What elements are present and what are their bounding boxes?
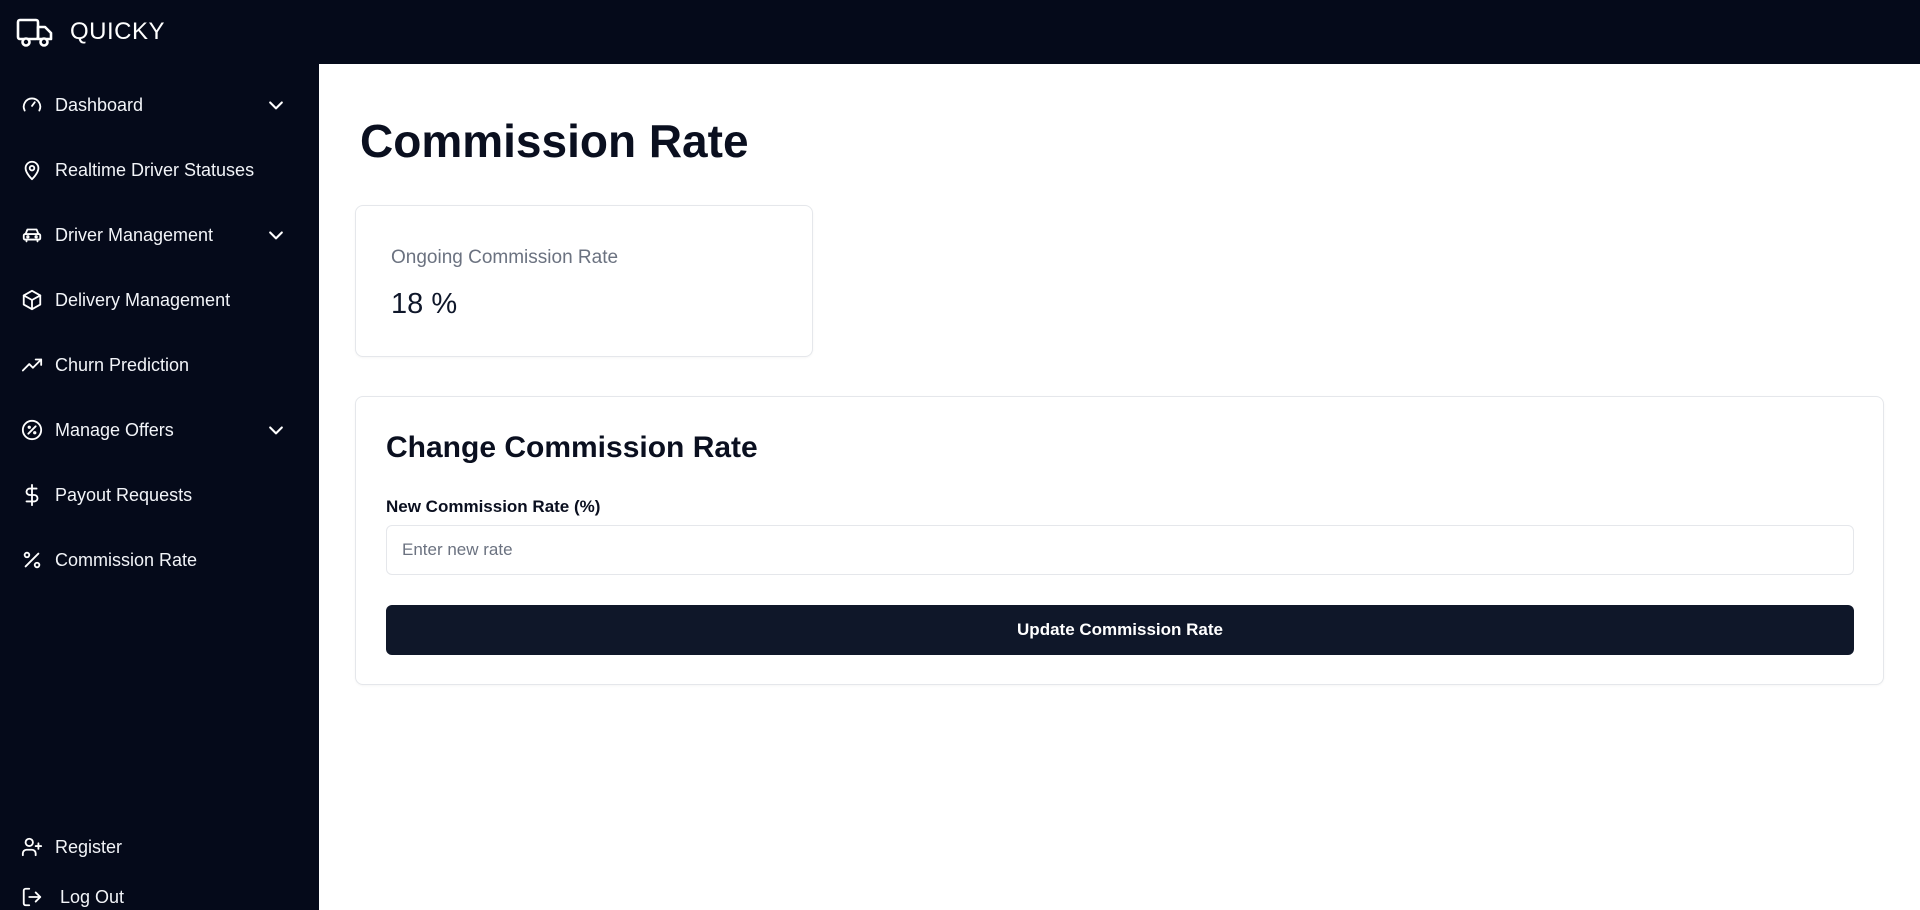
percent-icon xyxy=(20,548,44,572)
sidebar-item-realtime-driver-statuses[interactable]: Realtime Driver Statuses xyxy=(0,145,319,195)
sidebar-item-dashboard[interactable]: Dashboard xyxy=(0,80,319,130)
sidebar-item-manage-offers[interactable]: Manage Offers xyxy=(0,405,319,455)
sidebar-item-driver-management[interactable]: Driver Management xyxy=(0,210,319,260)
chevron-down-icon[interactable] xyxy=(264,93,288,117)
sidebar-item-log-out[interactable]: Log Out xyxy=(0,872,319,910)
stat-value: 18 % xyxy=(391,288,458,320)
stat-label: Ongoing Commission Rate xyxy=(391,247,619,268)
change-commission-form: Change Commission Rate New Commission Ra… xyxy=(355,396,1884,685)
truck-icon xyxy=(16,16,54,48)
sidebar-item-label: Payout Requests xyxy=(55,484,193,505)
package-icon xyxy=(20,288,44,312)
trend-icon xyxy=(20,353,44,377)
sidebar-item-label: Driver Management xyxy=(55,224,214,245)
commission-rate-input[interactable] xyxy=(386,525,1854,575)
field-label: New Commission Rate (%) xyxy=(386,497,601,516)
main-content: Commission Rate Ongoing Commission Rate … xyxy=(319,64,1920,910)
sidebar-item-commission-rate[interactable]: Commission Rate xyxy=(0,535,319,585)
ongoing-commission-card: Ongoing Commission Rate 18 % xyxy=(355,205,813,357)
sidebar-item-label: Churn Prediction xyxy=(55,354,190,375)
sidebar-item-label: Delivery Management xyxy=(55,289,231,310)
sidebar-item-label: Manage Offers xyxy=(55,419,174,440)
top-bar: QUICKY xyxy=(0,0,1920,64)
logout-icon xyxy=(20,885,44,909)
sidebar-item-label: Log Out xyxy=(60,886,125,907)
dollar-icon xyxy=(20,483,44,507)
sidebar: Dashboard Realtime Driver Statuses Drive… xyxy=(0,64,319,910)
sidebar-item-label: Dashboard xyxy=(55,94,144,115)
page-title: Commission Rate xyxy=(360,115,749,167)
brand-name: QUICKY xyxy=(70,18,166,45)
form-title: Change Commission Rate xyxy=(386,431,758,464)
chevron-down-icon[interactable] xyxy=(264,223,288,247)
gauge-icon xyxy=(20,93,44,117)
sidebar-item-label: Register xyxy=(55,836,123,857)
sidebar-item-payout-requests[interactable]: Payout Requests xyxy=(0,470,319,520)
sidebar-item-churn-prediction[interactable]: Churn Prediction xyxy=(0,340,319,390)
offer-badge-icon xyxy=(20,418,44,442)
user-plus-icon xyxy=(20,835,44,859)
sidebar-item-register[interactable]: Register xyxy=(0,822,319,872)
sidebar-item-delivery-management[interactable]: Delivery Management xyxy=(0,275,319,325)
sidebar-item-label: Realtime Driver Statuses xyxy=(55,159,255,180)
car-icon xyxy=(20,223,44,247)
map-pin-icon xyxy=(20,158,44,182)
sidebar-item-label: Commission Rate xyxy=(55,549,198,570)
chevron-down-icon[interactable] xyxy=(264,418,288,442)
update-commission-rate-button[interactable]: Update Commission Rate xyxy=(386,605,1854,655)
